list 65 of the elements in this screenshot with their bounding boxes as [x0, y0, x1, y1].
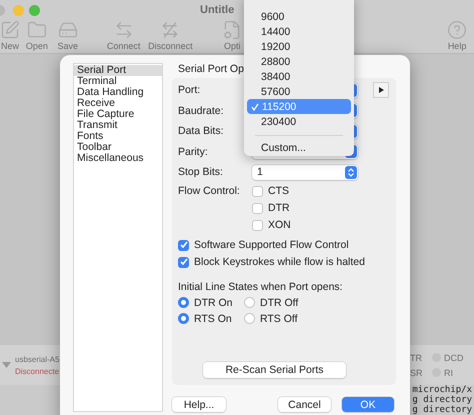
new-icon[interactable]	[0, 20, 20, 40]
radio-button[interactable]: RTS On	[178, 312, 244, 324]
arrows-icon[interactable]	[114, 20, 134, 40]
signal-label: SR	[410, 368, 424, 378]
popup-select[interactable]: 1	[252, 164, 358, 180]
menu-item[interactable]: 9600	[247, 9, 351, 24]
drive-icon[interactable]	[58, 20, 78, 40]
field-label: Port:	[178, 84, 202, 96]
menu-item[interactable]: 28800	[247, 54, 351, 69]
minimize-button[interactable]	[13, 4, 24, 16]
field-label: Parity:	[178, 146, 209, 158]
checkbox[interactable]: CTS	[252, 182, 291, 200]
group-label: Initial Line States when Port opens:	[178, 280, 344, 294]
help-icon[interactable]	[447, 20, 468, 40]
field-label: Flow Control:	[178, 184, 241, 198]
section-heading: Serial Port Op	[178, 63, 244, 77]
checkbox[interactable]: XON	[252, 216, 291, 234]
field-label: Baudrate:	[178, 104, 225, 117]
signal-label: DCD	[444, 352, 464, 362]
field-label: Stop Bits:	[178, 166, 224, 178]
category-item[interactable]: Data Handling	[74, 87, 162, 98]
terminal-line: g directory	[412, 405, 472, 415]
category-item[interactable]: Fonts	[74, 131, 162, 142]
signal-label: RI	[444, 368, 454, 378]
menu-item[interactable]: 14400	[247, 24, 351, 39]
checkmark-icon	[251, 102, 259, 110]
folder-icon[interactable]	[26, 20, 47, 40]
radio-button[interactable]: DTR On	[178, 296, 244, 308]
terminal-line: microchip/x	[412, 385, 472, 395]
menu-item[interactable]: 38400	[247, 69, 351, 84]
category-item[interactable]: Toolbar	[74, 142, 162, 153]
zoom-button[interactable]	[29, 4, 40, 16]
window-title: Untitle	[200, 4, 234, 16]
signal-label: TR	[410, 352, 423, 362]
category-item[interactable]: Receive	[74, 98, 162, 109]
checkmark-icon	[180, 258, 188, 266]
triangle-icon	[378, 87, 384, 94]
category-item[interactable]: Serial Port	[74, 65, 162, 76]
triangle-button[interactable]	[373, 82, 389, 98]
category-item[interactable]: File Capture	[74, 109, 162, 120]
radio-button[interactable]: RTS Off	[244, 312, 390, 324]
rescan-button[interactable]: Re-Scan Serial Ports	[203, 362, 346, 378]
category-item[interactable]: Miscellaneous	[74, 153, 162, 164]
checkbox[interactable]: Block Keystrokes while flow is halted	[178, 254, 390, 270]
terminal-line: g directory	[412, 395, 472, 405]
category-item[interactable]: Transmit	[74, 120, 162, 131]
menu-item[interactable]: Custom...	[247, 140, 351, 155]
dialog-button[interactable]: OK	[342, 397, 394, 412]
port-name: usbserial-A5	[15, 354, 60, 364]
menu-item[interactable]: 230400	[247, 114, 351, 129]
connection-status: Disconnecte	[15, 366, 60, 376]
dialog-button[interactable]: Cancel	[278, 397, 331, 412]
stepper-icon[interactable]	[345, 166, 357, 179]
disclosure-icon[interactable]	[2, 362, 11, 368]
disconnect-icon	[160, 20, 180, 40]
menu-item[interactable]: 19200	[247, 39, 351, 54]
dialog-button[interactable]: Help...	[172, 397, 226, 412]
checkbox[interactable]: Software Supported Flow Control	[178, 236, 390, 254]
checkbox[interactable]: DTR	[252, 200, 291, 216]
menu-item[interactable]: 57600	[247, 84, 351, 99]
document-gear-icon[interactable]	[222, 20, 242, 40]
checkmark-icon	[180, 241, 188, 249]
field-label: Data Bits:	[178, 125, 225, 138]
category-item[interactable]: Terminal	[74, 76, 162, 87]
radio-button[interactable]: DTR Off	[244, 296, 390, 308]
